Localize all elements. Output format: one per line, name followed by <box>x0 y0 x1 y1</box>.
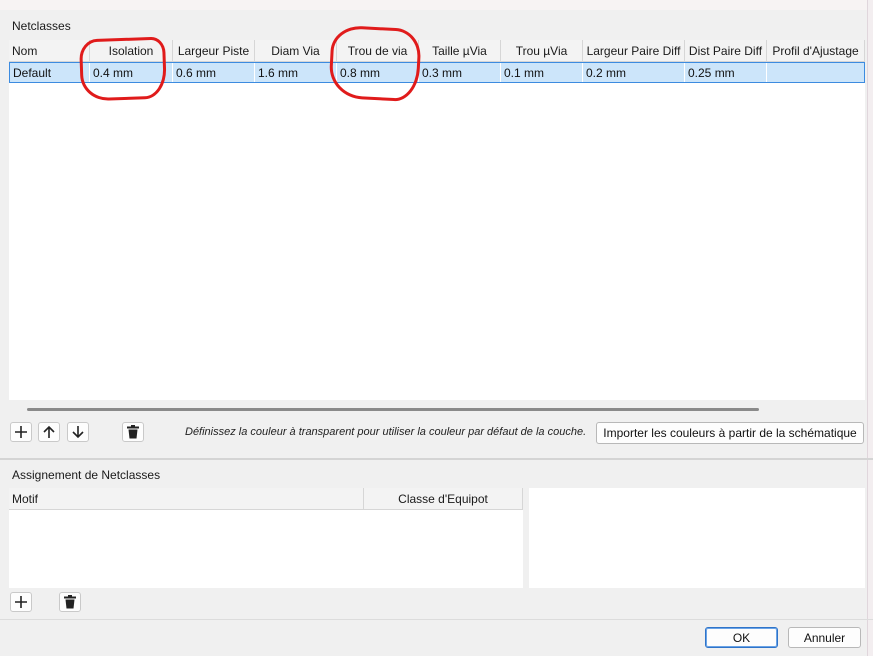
cell-profil-ajustage[interactable] <box>767 63 864 82</box>
cancel-button[interactable]: Annuler <box>788 627 861 648</box>
column-header-largeur-paire-diff[interactable]: Largeur Paire Diff <box>583 40 685 62</box>
delete-assignment-button[interactable] <box>59 592 81 612</box>
arrow-up-icon <box>43 425 55 438</box>
import-colors-button[interactable]: Importer les couleurs à partir de la sch… <box>596 422 864 444</box>
column-header-dist-paire-diff[interactable]: Dist Paire Diff <box>685 40 767 62</box>
assignment-grid-header: Motif Classe d'Equipot <box>9 488 523 510</box>
column-header-motif[interactable]: Motif <box>9 488 364 510</box>
cell-taille-uvia[interactable]: 0.3 mm <box>419 63 501 82</box>
cell-nom[interactable]: Default <box>10 63 90 82</box>
cell-largeur-paire-diff[interactable]: 0.2 mm <box>583 63 685 82</box>
annotation-circle-trou-de-via <box>328 24 422 103</box>
window-right-edge <box>867 0 873 656</box>
section-divider <box>0 458 873 460</box>
assignment-grid[interactable]: Motif Classe d'Equipot <box>9 488 523 588</box>
horizontal-scrollbar[interactable] <box>27 408 759 411</box>
column-header-taille-uvia[interactable]: Taille µVia <box>419 40 501 62</box>
column-header-profil-ajustage[interactable]: Profil d'Ajustage <box>767 40 865 62</box>
column-header-diam-via[interactable]: Diam Via <box>255 40 337 62</box>
cell-trou-uvia[interactable]: 0.1 mm <box>501 63 583 82</box>
window-top-edge <box>0 0 873 10</box>
assignment-title: Assignement de Netclasses <box>12 468 161 482</box>
cell-dist-paire-diff[interactable]: 0.25 mm <box>685 63 767 82</box>
cell-largeur-piste[interactable]: 0.6 mm <box>173 63 255 82</box>
transparency-hint: Définissez la couleur à transparent pour… <box>185 426 587 438</box>
column-header-largeur-piste[interactable]: Largeur Piste <box>173 40 255 62</box>
annotation-circle-isolation <box>78 36 168 102</box>
assignment-preview-pane <box>529 488 865 588</box>
column-header-classe-equipot[interactable]: Classe d'Equipot <box>364 488 523 510</box>
netclasses-title: Netclasses <box>12 19 71 33</box>
bottom-divider <box>0 619 873 620</box>
ok-button[interactable]: OK <box>705 627 778 648</box>
column-header-trou-uvia[interactable]: Trou µVia <box>501 40 583 62</box>
move-up-button[interactable] <box>38 422 60 442</box>
plus-icon <box>15 596 27 608</box>
trash-icon <box>127 425 139 439</box>
add-netclass-button[interactable] <box>10 422 32 442</box>
move-down-button[interactable] <box>67 422 89 442</box>
add-assignment-button[interactable] <box>10 592 32 612</box>
column-header-nom[interactable]: Nom <box>9 40 90 62</box>
arrow-down-icon <box>72 426 84 439</box>
plus-icon <box>15 426 27 438</box>
cell-diam-via[interactable]: 1.6 mm <box>255 63 337 82</box>
trash-icon <box>64 595 76 609</box>
delete-netclass-button[interactable] <box>122 422 144 442</box>
